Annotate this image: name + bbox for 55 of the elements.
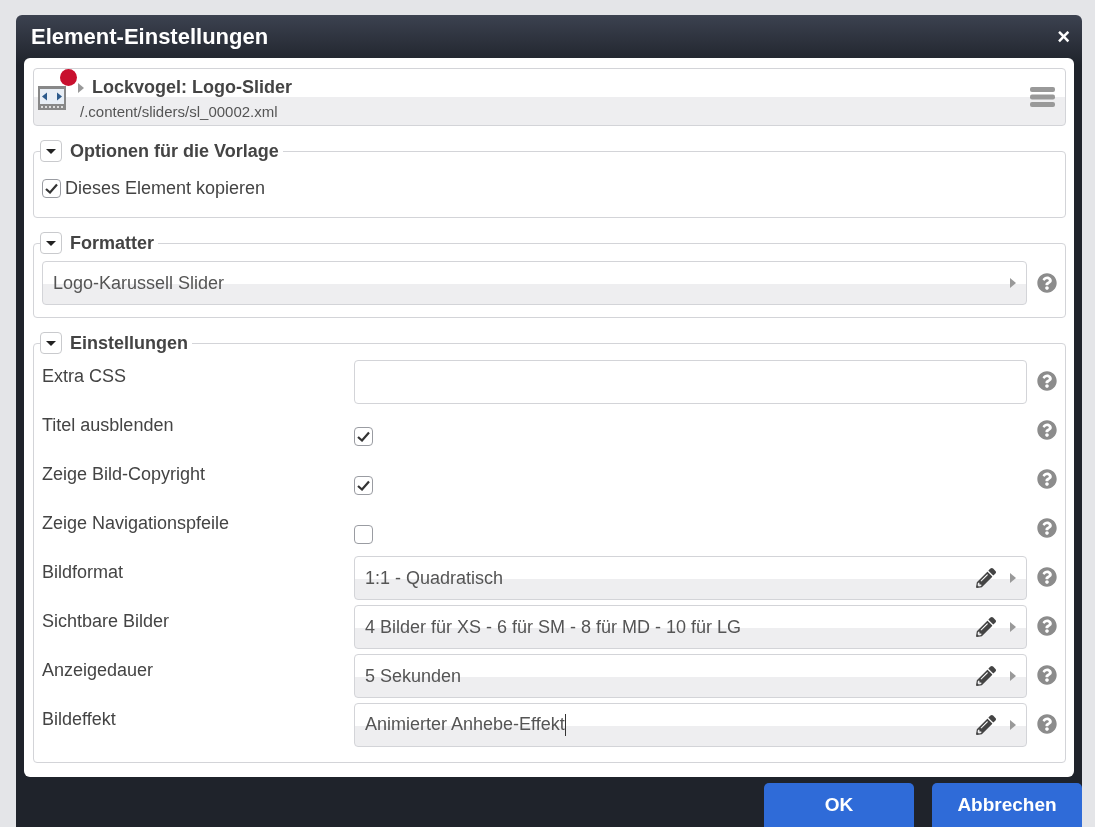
caret-icon <box>1010 671 1016 681</box>
help-icon[interactable] <box>1037 616 1057 636</box>
pencil-icon[interactable] <box>976 617 996 637</box>
help-icon[interactable] <box>1037 567 1057 587</box>
section-title: Formatter <box>70 232 154 254</box>
section-title: Optionen für die Vorlage <box>70 140 279 162</box>
field-label: Extra CSS <box>42 365 128 387</box>
toggle-button[interactable] <box>40 140 62 162</box>
element-path: /.content/sliders/sl_00002.xml <box>79 102 279 120</box>
checkbox[interactable] <box>42 179 61 198</box>
cancel-button[interactable]: Abbrechen <box>932 783 1082 827</box>
caret-icon <box>46 146 56 156</box>
element-title: Lockvogel: Logo-Slider <box>92 77 292 98</box>
checkbox[interactable] <box>354 476 373 495</box>
slider-icon <box>38 84 66 110</box>
select-field[interactable]: 1:1 - Quadratisch <box>354 556 1027 600</box>
caret-icon <box>1010 278 1016 288</box>
help-icon[interactable] <box>1037 420 1057 440</box>
field-label: Zeige Navigationspfeile <box>42 512 231 534</box>
select-field[interactable]: 4 Bilder für XS - 6 für SM - 8 für MD - 10 für LG <box>354 605 1027 649</box>
field-label: Titel ausblenden <box>42 414 175 436</box>
ok-button[interactable]: OK <box>764 783 914 827</box>
help-icon[interactable] <box>1037 469 1057 489</box>
caret-icon <box>78 82 84 93</box>
field-label: Anzeigedauer <box>42 659 155 681</box>
caret-icon <box>1010 573 1016 583</box>
close-button[interactable]: × <box>1053 23 1074 50</box>
toggle-button[interactable] <box>40 232 62 254</box>
field-label: Bildeffekt <box>42 708 117 730</box>
pencil-icon[interactable] <box>976 568 996 588</box>
section-title: Einstellungen <box>70 332 188 354</box>
help-icon[interactable] <box>1037 665 1057 685</box>
help-icon[interactable] <box>1037 714 1057 734</box>
caret-icon <box>46 238 56 248</box>
formatter-select[interactable]: Logo-Karussell Slider <box>42 261 1027 305</box>
pencil-icon[interactable] <box>976 666 996 686</box>
help-icon[interactable] <box>1037 518 1057 538</box>
dialog-title: Element-Einstellungen <box>31 23 269 50</box>
menu-icon[interactable] <box>1030 85 1055 109</box>
caret-icon <box>1010 622 1016 632</box>
field-label: Bildformat <box>42 561 125 583</box>
help-icon[interactable] <box>1037 273 1057 293</box>
field-label: Zeige Bild-Copyright <box>42 463 207 485</box>
help-icon[interactable] <box>1037 371 1057 391</box>
caret-icon <box>1010 720 1016 730</box>
select-field[interactable]: Animierter Anhebe-Effekt <box>354 703 1027 747</box>
option-label: Dieses Element kopieren <box>65 178 266 199</box>
input-field[interactable] <box>354 360 1027 404</box>
select-field[interactable]: 5 Sekunden <box>354 654 1027 698</box>
field-label: Sichtbare Bilder <box>42 610 171 632</box>
pencil-icon[interactable] <box>976 715 996 735</box>
caret-icon <box>46 338 56 348</box>
checkbox[interactable] <box>354 525 373 544</box>
toggle-button[interactable] <box>40 332 62 354</box>
checkbox[interactable] <box>354 427 373 446</box>
